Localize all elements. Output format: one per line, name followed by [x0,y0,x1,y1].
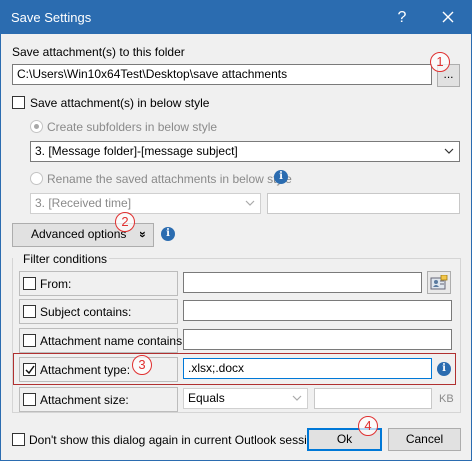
attachment-size-unit: KB [439,393,454,405]
subject-label: Subject contains: [40,305,132,319]
save-settings-dialog: Save Settings ? Save attachment(s) to th… [0,0,472,461]
subject-input[interactable] [183,300,452,321]
chevron-down-icon [245,200,255,206]
from-input[interactable] [183,272,422,293]
save-folder-label: Save attachment(s) to this folder [12,45,185,59]
window-title: Save Settings [11,10,92,25]
attachment-name-checkbox[interactable] [23,334,36,347]
from-checkbox[interactable] [23,277,36,290]
rename-attachments-radio[interactable] [30,172,43,185]
attachment-type-label: Attachment type: [40,363,131,377]
annotation-badge-2: 2 [115,212,135,232]
advanced-options-label: Advanced options [31,227,127,241]
subject-checkbox[interactable] [23,305,36,318]
rename-attachments-label: Rename the saved attachments in below st… [47,172,292,186]
info-icon[interactable]: i [437,362,451,376]
close-icon [442,11,454,23]
dont-show-checkbox[interactable] [12,433,25,446]
annotation-badge-4: 4 [358,416,378,436]
attachment-size-label: Attachment size: [40,393,129,407]
chevron-down-icon [444,148,454,154]
info-icon[interactable]: i [274,170,288,184]
help-button[interactable]: ? [379,1,425,34]
check-icon [25,365,35,375]
attachment-name-label: Attachment name contains: [40,334,186,348]
attachment-name-input[interactable] [183,329,452,350]
attachment-size-checkbox[interactable] [23,393,36,406]
rename-extra-input [267,193,460,214]
rename-style-value: 3. [Received time] [35,196,132,210]
group-border-top [109,258,461,259]
rename-style-select: 3. [Received time] [30,193,261,214]
save-folder-path-input[interactable]: C:\Users\Win10x64Test\Desktop\save attac… [12,64,432,85]
attachment-size-operator-select[interactable]: Equals [183,388,308,409]
contact-card-icon [430,274,448,290]
cancel-button[interactable]: Cancel [388,428,461,451]
attachment-type-input[interactable]: .xlsx;.docx [183,358,432,379]
annotation-badge-3: 3 [132,355,152,375]
double-chevron-down-icon: » [136,231,151,238]
select-contact-button[interactable] [427,271,451,294]
save-in-style-label: Save attachment(s) in below style [30,96,210,110]
attachment-type-checkbox[interactable] [23,363,36,376]
attachment-size-input[interactable] [314,388,432,409]
from-label: From: [40,277,72,291]
create-subfolders-label: Create subfolders in below style [47,120,218,134]
dont-show-label: Don't show this dialog again in current … [29,433,324,447]
chevron-down-icon [292,395,302,401]
info-icon[interactable]: i [161,227,175,241]
create-subfolders-radio[interactable] [30,120,43,133]
annotation-badge-1: 1 [430,52,450,72]
subfolder-style-select[interactable]: 3. [Message folder]-[message subject] [30,141,460,162]
close-button[interactable] [425,1,471,34]
save-in-style-checkbox[interactable] [12,96,25,109]
title-bar: Save Settings ? [1,1,471,34]
subfolder-style-value: 3. [Message folder]-[message subject] [35,144,238,158]
filter-conditions-legend: Filter conditions [21,252,110,266]
attachment-size-operator-value: Equals [188,391,225,405]
